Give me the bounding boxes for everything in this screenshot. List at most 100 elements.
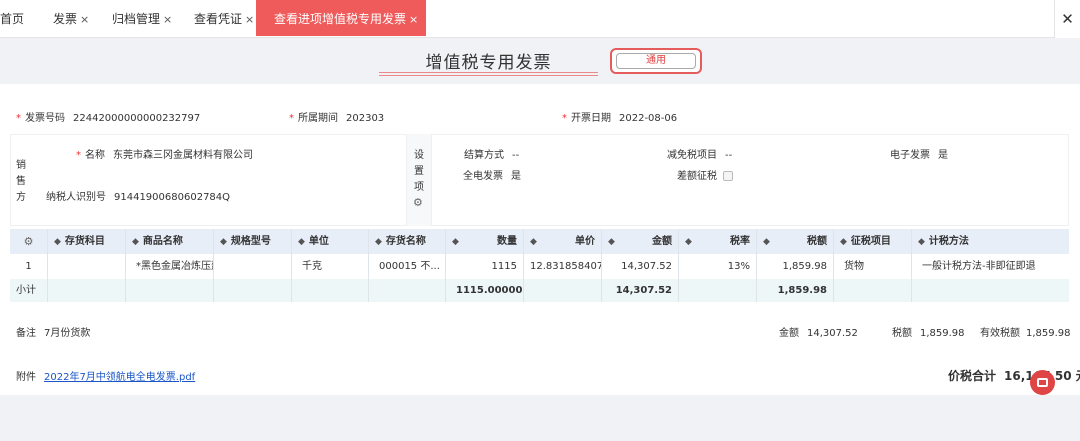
gear-icon[interactable]: ⚙ bbox=[413, 196, 423, 209]
subtotal-label: 小计 bbox=[10, 279, 48, 302]
close-icon[interactable]: × bbox=[409, 13, 418, 26]
e-invoice-value: 是 bbox=[938, 150, 948, 161]
header-unit-price[interactable]: ◆ 单价 bbox=[524, 229, 602, 254]
seller-section-label: 销售方 bbox=[16, 160, 26, 203]
seller-tax-id-label: 纳税人识别号 bbox=[46, 192, 106, 203]
amount-value: 14,307.52 bbox=[807, 328, 858, 339]
header-tax-rate[interactable]: ◆ 税率 bbox=[679, 229, 757, 254]
header-label: 数量 bbox=[497, 236, 517, 247]
effective-tax-value: 1,859.98 bbox=[1026, 328, 1071, 339]
subtotal-row: 小计 1115.00000... 14,307.52 1,859.98 bbox=[10, 279, 1069, 302]
sort-icon: ◆ bbox=[54, 237, 61, 247]
differential-tax-checkbox[interactable] bbox=[723, 171, 733, 181]
close-icon[interactable]: × bbox=[80, 13, 89, 26]
general-button-label: 通用 bbox=[616, 53, 696, 69]
seller-name-field: * 名称 东莞市森三冈金属材料有限公司 bbox=[76, 146, 253, 161]
title-underline bbox=[379, 72, 598, 73]
cell-inventory-name: 000015 不... bbox=[369, 254, 446, 279]
required-mark: * bbox=[289, 113, 294, 124]
header-label: 商品名称 bbox=[142, 236, 183, 247]
close-icon: ✕ bbox=[1061, 10, 1074, 28]
effective-tax-label: 有效税额 bbox=[980, 328, 1020, 339]
header-spec-model[interactable]: ◆ 规格型号 bbox=[214, 229, 292, 254]
page-title: 增值税专用发票 bbox=[425, 53, 552, 73]
seller-tax-id-field: 纳税人识别号 91441900680602784Q bbox=[46, 188, 230, 203]
attachment-link[interactable]: 2022年7月中领航电全电发票.pdf bbox=[44, 372, 195, 383]
header-label: 计税方法 bbox=[928, 236, 969, 247]
date-field: * 开票日期 2022-08-06 bbox=[562, 109, 677, 124]
cell-quantity: 1115 bbox=[446, 254, 524, 279]
header-label: 征税项目 bbox=[850, 236, 891, 247]
seller-name-value: 东莞市森三冈金属材料有限公司 bbox=[113, 150, 253, 161]
amount-label: 金额 bbox=[779, 328, 799, 339]
header-label: 存货名称 bbox=[385, 236, 426, 247]
header-label: 税率 bbox=[730, 236, 750, 247]
header-inventory-subject[interactable]: ◆ 存货科目 bbox=[48, 229, 126, 254]
tab-home-label: 首页 bbox=[0, 12, 25, 26]
remark-value: 7月份货款 bbox=[44, 328, 91, 339]
tab-input-vat-invoice[interactable]: 查看进项增值税专用发票 × bbox=[256, 0, 427, 36]
differential-tax-field: 差额征税 bbox=[677, 167, 733, 182]
subtotal-quantity: 1115.00000... bbox=[446, 279, 524, 302]
sort-icon: ◆ bbox=[763, 237, 770, 247]
settlement-field: 结算方式 -- bbox=[464, 146, 519, 161]
full-e-invoice-value: 是 bbox=[511, 171, 521, 182]
header-goods-name[interactable]: ◆ 商品名称 bbox=[126, 229, 214, 254]
cell-spec-model bbox=[214, 254, 292, 279]
general-button[interactable]: 通用 bbox=[610, 48, 702, 74]
required-mark: * bbox=[76, 150, 81, 161]
sort-icon: ◆ bbox=[452, 237, 459, 247]
effective-tax-summary: 有效税额 1,859.98 bbox=[980, 324, 1071, 339]
sort-icon: ◆ bbox=[608, 237, 615, 247]
remark-field: 备注 7月份货款 bbox=[16, 324, 90, 339]
cell-unit-price: 12.8318584071 bbox=[524, 254, 602, 279]
tab-home[interactable]: 首页 bbox=[0, 0, 24, 36]
date-label: 开票日期 bbox=[571, 113, 611, 124]
currency-label: 元 bbox=[1076, 369, 1080, 383]
settlement-label: 结算方式 bbox=[464, 150, 504, 161]
cell-tax-item: 货物 bbox=[834, 254, 912, 279]
chat-icon bbox=[1037, 378, 1048, 387]
header-label: 单位 bbox=[308, 236, 329, 247]
subtotal-empty bbox=[369, 279, 446, 302]
column-settings-icon[interactable]: ⚙ bbox=[10, 229, 48, 254]
tax-reduction-field: 减免税项目 -- bbox=[667, 146, 732, 161]
full-e-invoice-label: 全电发票 bbox=[463, 171, 503, 182]
cell-goods-name: *黑色金属冶炼压延 bbox=[126, 254, 214, 279]
sort-icon: ◆ bbox=[840, 237, 847, 247]
seller-tax-id-value: 91441900680602784Q bbox=[114, 192, 231, 203]
e-invoice-field: 电子发票是 bbox=[890, 146, 948, 161]
table-header-row: ⚙ ◆ 存货科目 ◆ 商品名称 ◆ 规格型号 ◆ 单位 ◆ 存货名称 ◆ 数量 ◆ 单价 ◆ 金… bbox=[10, 229, 1069, 254]
tax-value: 1,859.98 bbox=[920, 328, 965, 339]
invoice-number-value: 22442000000000232797 bbox=[73, 113, 201, 124]
header-tax-item[interactable]: ◆ 征税项目 bbox=[834, 229, 912, 254]
tab-archive[interactable]: 归档管理 × bbox=[112, 0, 172, 36]
header-tax-amount[interactable]: ◆ 税额 bbox=[757, 229, 834, 254]
close-icon[interactable]: × bbox=[245, 13, 254, 26]
header-amount[interactable]: ◆ 金额 bbox=[602, 229, 679, 254]
close-all-tabs-button[interactable]: ✕ bbox=[1054, 0, 1080, 38]
tax-label: 税额 bbox=[892, 328, 912, 339]
required-mark: * bbox=[562, 113, 567, 124]
tab-invoice[interactable]: 发票 × bbox=[53, 0, 89, 36]
subtotal-empty bbox=[834, 279, 912, 302]
header-unit[interactable]: ◆ 单位 bbox=[292, 229, 369, 254]
attachment-label: 附件 bbox=[16, 372, 36, 383]
total-label: 价税合计 bbox=[948, 369, 997, 383]
subtotal-empty bbox=[48, 279, 126, 302]
floating-action-button[interactable] bbox=[1030, 370, 1055, 395]
close-icon[interactable]: × bbox=[163, 13, 172, 26]
cell-amount: 14,307.52 bbox=[602, 254, 679, 279]
e-invoice-label: 电子发票 bbox=[890, 150, 930, 161]
header-label: 金额 bbox=[652, 236, 672, 247]
tab-archive-label: 归档管理 bbox=[112, 12, 161, 26]
header-tax-method[interactable]: ◆ 计税方法 bbox=[912, 229, 1069, 254]
period-label: 所属期间 bbox=[298, 113, 338, 124]
date-value: 2022-08-06 bbox=[619, 113, 678, 124]
tab-voucher[interactable]: 查看凭证 × bbox=[194, 0, 254, 36]
header-quantity[interactable]: ◆ 数量 bbox=[446, 229, 524, 254]
table-row[interactable]: 1 *黑色金属冶炼压延 千克 000015 不... 1115 12.83185… bbox=[10, 254, 1069, 279]
header-inventory-name[interactable]: ◆ 存货名称 bbox=[369, 229, 446, 254]
sort-icon: ◆ bbox=[298, 237, 305, 247]
amount-summary: 金额 14,307.52 bbox=[779, 324, 858, 339]
